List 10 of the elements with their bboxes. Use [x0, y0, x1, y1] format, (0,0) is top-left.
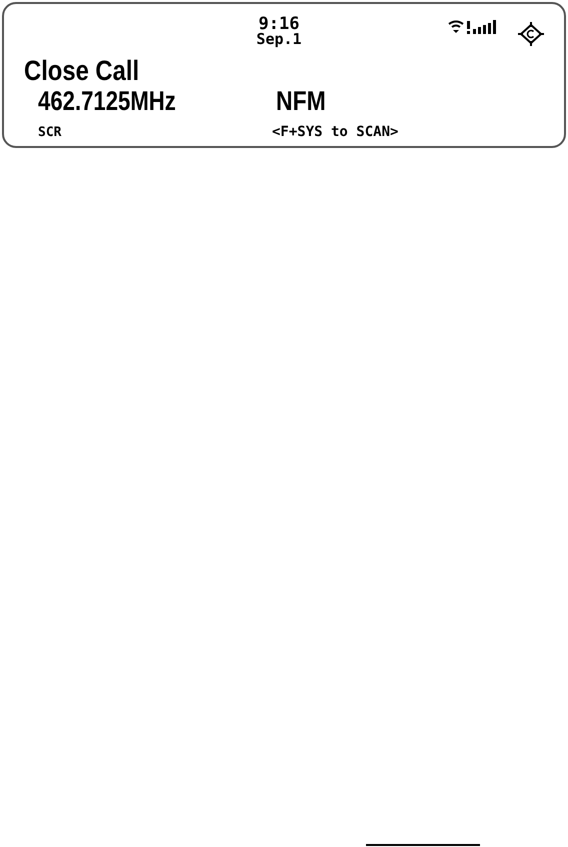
mode-title: Close Call [24, 56, 140, 86]
signal-bars-icon [473, 20, 498, 34]
date: Sep.1 [256, 32, 302, 47]
modulation-label: NFM [276, 86, 326, 116]
status-label: SCR [38, 124, 62, 142]
clock-time: 9:16 [258, 16, 300, 32]
wifi-alert-icon [448, 20, 472, 34]
frequency-readout: 462.7125MHz [38, 86, 177, 116]
target-icon [518, 22, 544, 46]
scan-hint: <F+SYS to SCAN> [272, 123, 398, 142]
